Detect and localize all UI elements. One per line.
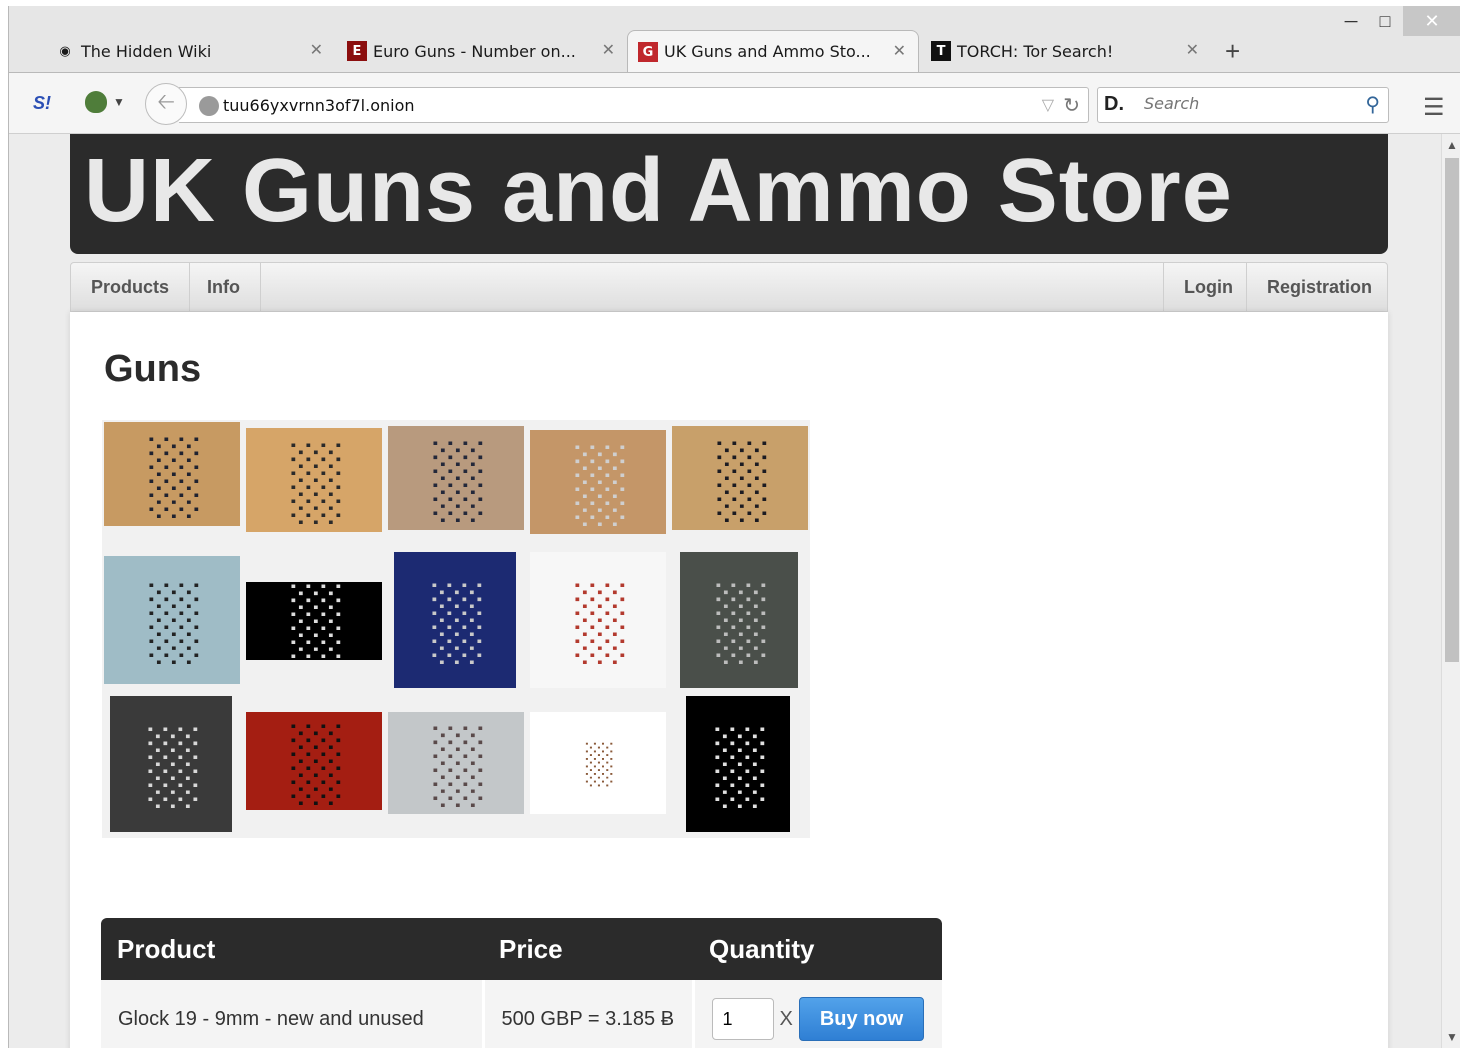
gallery-image[interactable]: ░ — [104, 422, 240, 526]
pistol-icon: ░ — [145, 578, 199, 661]
gallery-image[interactable]: ░ — [530, 552, 666, 688]
gallery-image[interactable]: ░ — [388, 426, 524, 530]
onion-icon: ◉ — [59, 43, 71, 59]
pistol-icon: ░ — [571, 578, 625, 661]
tab-title: The Hidden Wiki — [81, 41, 212, 61]
buy-now-button[interactable]: Buy now — [798, 997, 925, 1041]
close-icon[interactable]: ✕ — [1186, 40, 1199, 59]
pistol-icon: ░ — [711, 722, 765, 805]
gallery-image[interactable]: ░ — [110, 696, 232, 832]
product-name: Glock 19 - 9mm - new and unused — [101, 980, 485, 1048]
reload-icon[interactable]: ↻ — [1063, 93, 1080, 118]
browser-window: ◉ The Hidden Wiki ✕ E Euro Guns - Number… — [8, 6, 1460, 1048]
vertical-scrollbar[interactable]: ▲ ▼ — [1441, 134, 1460, 1048]
site-navigation: Products Info Login Registration — [70, 262, 1388, 312]
g-logo-icon: G — [638, 42, 658, 62]
pistol-icon: ░ — [287, 582, 341, 660]
pistol-icon: ░ — [429, 436, 483, 519]
quantity-cell: XBuy now — [693, 980, 942, 1048]
product-table: Product Price Quantity Glock 19 - 9mm - … — [101, 918, 942, 1048]
column-header-price: Price — [483, 918, 693, 980]
scroll-up-icon[interactable]: ▲ — [1446, 138, 1458, 152]
pistol-icon: ░ — [712, 578, 766, 661]
tab-title: Euro Guns - Number on... — [373, 41, 576, 61]
tab-uk-guns[interactable]: G UK Guns and Ammo Sto... ✕ — [627, 30, 919, 72]
back-button[interactable]: 🡠 — [145, 83, 187, 125]
table-row: Glock 19 - 9mm - new and unused 500 GBP … — [101, 980, 942, 1048]
pistol-icon: ░ — [429, 721, 483, 804]
tab-torch[interactable]: T TORCH: Tor Search! ✕ — [921, 30, 1211, 72]
nav-info[interactable]: Info — [187, 263, 261, 311]
nav-products[interactable]: Products — [71, 263, 191, 311]
pistol-icon: ░ — [583, 741, 613, 785]
search-input[interactable] — [1144, 94, 1344, 113]
url-text[interactable]: tuu66yxvrnn3of7l.onion — [223, 96, 415, 115]
tab-hidden-wiki[interactable]: ◉ The Hidden Wiki ✕ — [45, 30, 335, 72]
close-icon[interactable]: ✕ — [602, 40, 615, 59]
address-bar[interactable]: tuu66yxvrnn3of7l.onion ▽ ↻ — [179, 87, 1089, 123]
search-icon[interactable]: ⚲ — [1365, 92, 1380, 117]
close-icon[interactable]: ✕ — [310, 40, 323, 59]
site-title: UK Guns and Ammo Store — [84, 141, 1233, 241]
pistol-icon: ░ — [713, 436, 767, 519]
page-title: Guns — [104, 348, 202, 390]
scroll-down-icon[interactable]: ▼ — [1446, 1030, 1458, 1044]
tab-euro-guns[interactable]: E Euro Guns - Number on... ✕ — [337, 30, 627, 72]
gallery-image[interactable]: ░ — [686, 696, 790, 832]
chevron-down-icon[interactable]: ▼ — [113, 95, 125, 109]
column-header-quantity: Quantity — [693, 918, 942, 980]
table-header-row: Product Price Quantity — [101, 918, 942, 980]
globe-icon — [199, 96, 219, 116]
site-banner: UK Guns and Ammo Store — [70, 134, 1388, 254]
window-close-icon[interactable]: ✕ — [1403, 6, 1460, 36]
history-dropdown-icon[interactable]: ▽ — [1042, 95, 1054, 115]
search-bar[interactable]: D. ⚲ — [1097, 87, 1389, 123]
gallery-image[interactable]: ░ — [680, 552, 798, 688]
e-logo-icon: E — [347, 41, 367, 61]
noscript-icon[interactable]: S! — [33, 93, 51, 114]
scroll-thumb[interactable] — [1445, 158, 1459, 662]
main-content: Guns ░ ░ ░ ░ ░ ░ ░ ░ ░ ░ ░ ░ ░ ░ ░ Produ… — [70, 312, 1388, 1048]
gallery-image[interactable]: ░ — [530, 430, 666, 534]
pistol-icon: ░ — [428, 578, 482, 661]
revolver-icon: ░ — [287, 438, 341, 521]
column-header-product: Product — [101, 918, 483, 980]
new-tab-button[interactable]: + — [1225, 36, 1240, 67]
pistol-icon: ░ — [144, 722, 198, 805]
gallery-image[interactable]: ░ — [388, 712, 524, 814]
tab-title: UK Guns and Ammo Sto... — [664, 42, 871, 61]
gallery-image[interactable]: ░ — [104, 556, 240, 684]
nav-registration[interactable]: Registration — [1246, 263, 1392, 311]
maximize-icon[interactable]: □ — [1369, 6, 1401, 36]
gallery-image[interactable]: ░ — [246, 428, 382, 532]
quantity-input[interactable] — [711, 998, 774, 1040]
gun-gallery: ░ ░ ░ ░ ░ ░ ░ ░ ░ ░ ░ ░ ░ ░ ░ — [102, 420, 810, 838]
t-logo-icon: T — [931, 41, 951, 61]
tor-onion-icon[interactable] — [85, 91, 107, 113]
product-price: 500 GBP = 3.185 Ƀ — [483, 980, 695, 1048]
gallery-image[interactable]: ░ — [672, 426, 808, 530]
times-sign: X — [779, 1007, 793, 1030]
gallery-image[interactable]: ░ — [246, 712, 382, 810]
nav-login[interactable]: Login — [1163, 263, 1253, 311]
gallery-image[interactable]: ░ — [530, 712, 666, 814]
pistol-icon: ░ — [145, 432, 199, 515]
duckduckgo-icon[interactable]: D. — [1104, 93, 1124, 116]
hamburger-menu-icon[interactable]: ☰ — [1423, 93, 1445, 122]
close-icon[interactable]: ✕ — [893, 41, 906, 60]
pistol-icon: ░ — [287, 719, 341, 802]
navigation-toolbar: S! ▼ tuu66yxvrnn3of7l.onion ▽ ↻ 🡠 D. ⚲ ☰ — [9, 72, 1460, 134]
gallery-image[interactable]: ░ — [246, 582, 382, 660]
pistol-icon: ░ — [571, 440, 625, 523]
minimize-icon[interactable]: ─ — [1335, 6, 1367, 36]
tab-title: TORCH: Tor Search! — [957, 41, 1114, 61]
gallery-image[interactable]: ░ — [394, 552, 516, 688]
tab-bar: ◉ The Hidden Wiki ✕ E Euro Guns - Number… — [9, 6, 1460, 72]
page-viewport: UK Guns and Ammo Store Products Info Log… — [9, 134, 1441, 1048]
